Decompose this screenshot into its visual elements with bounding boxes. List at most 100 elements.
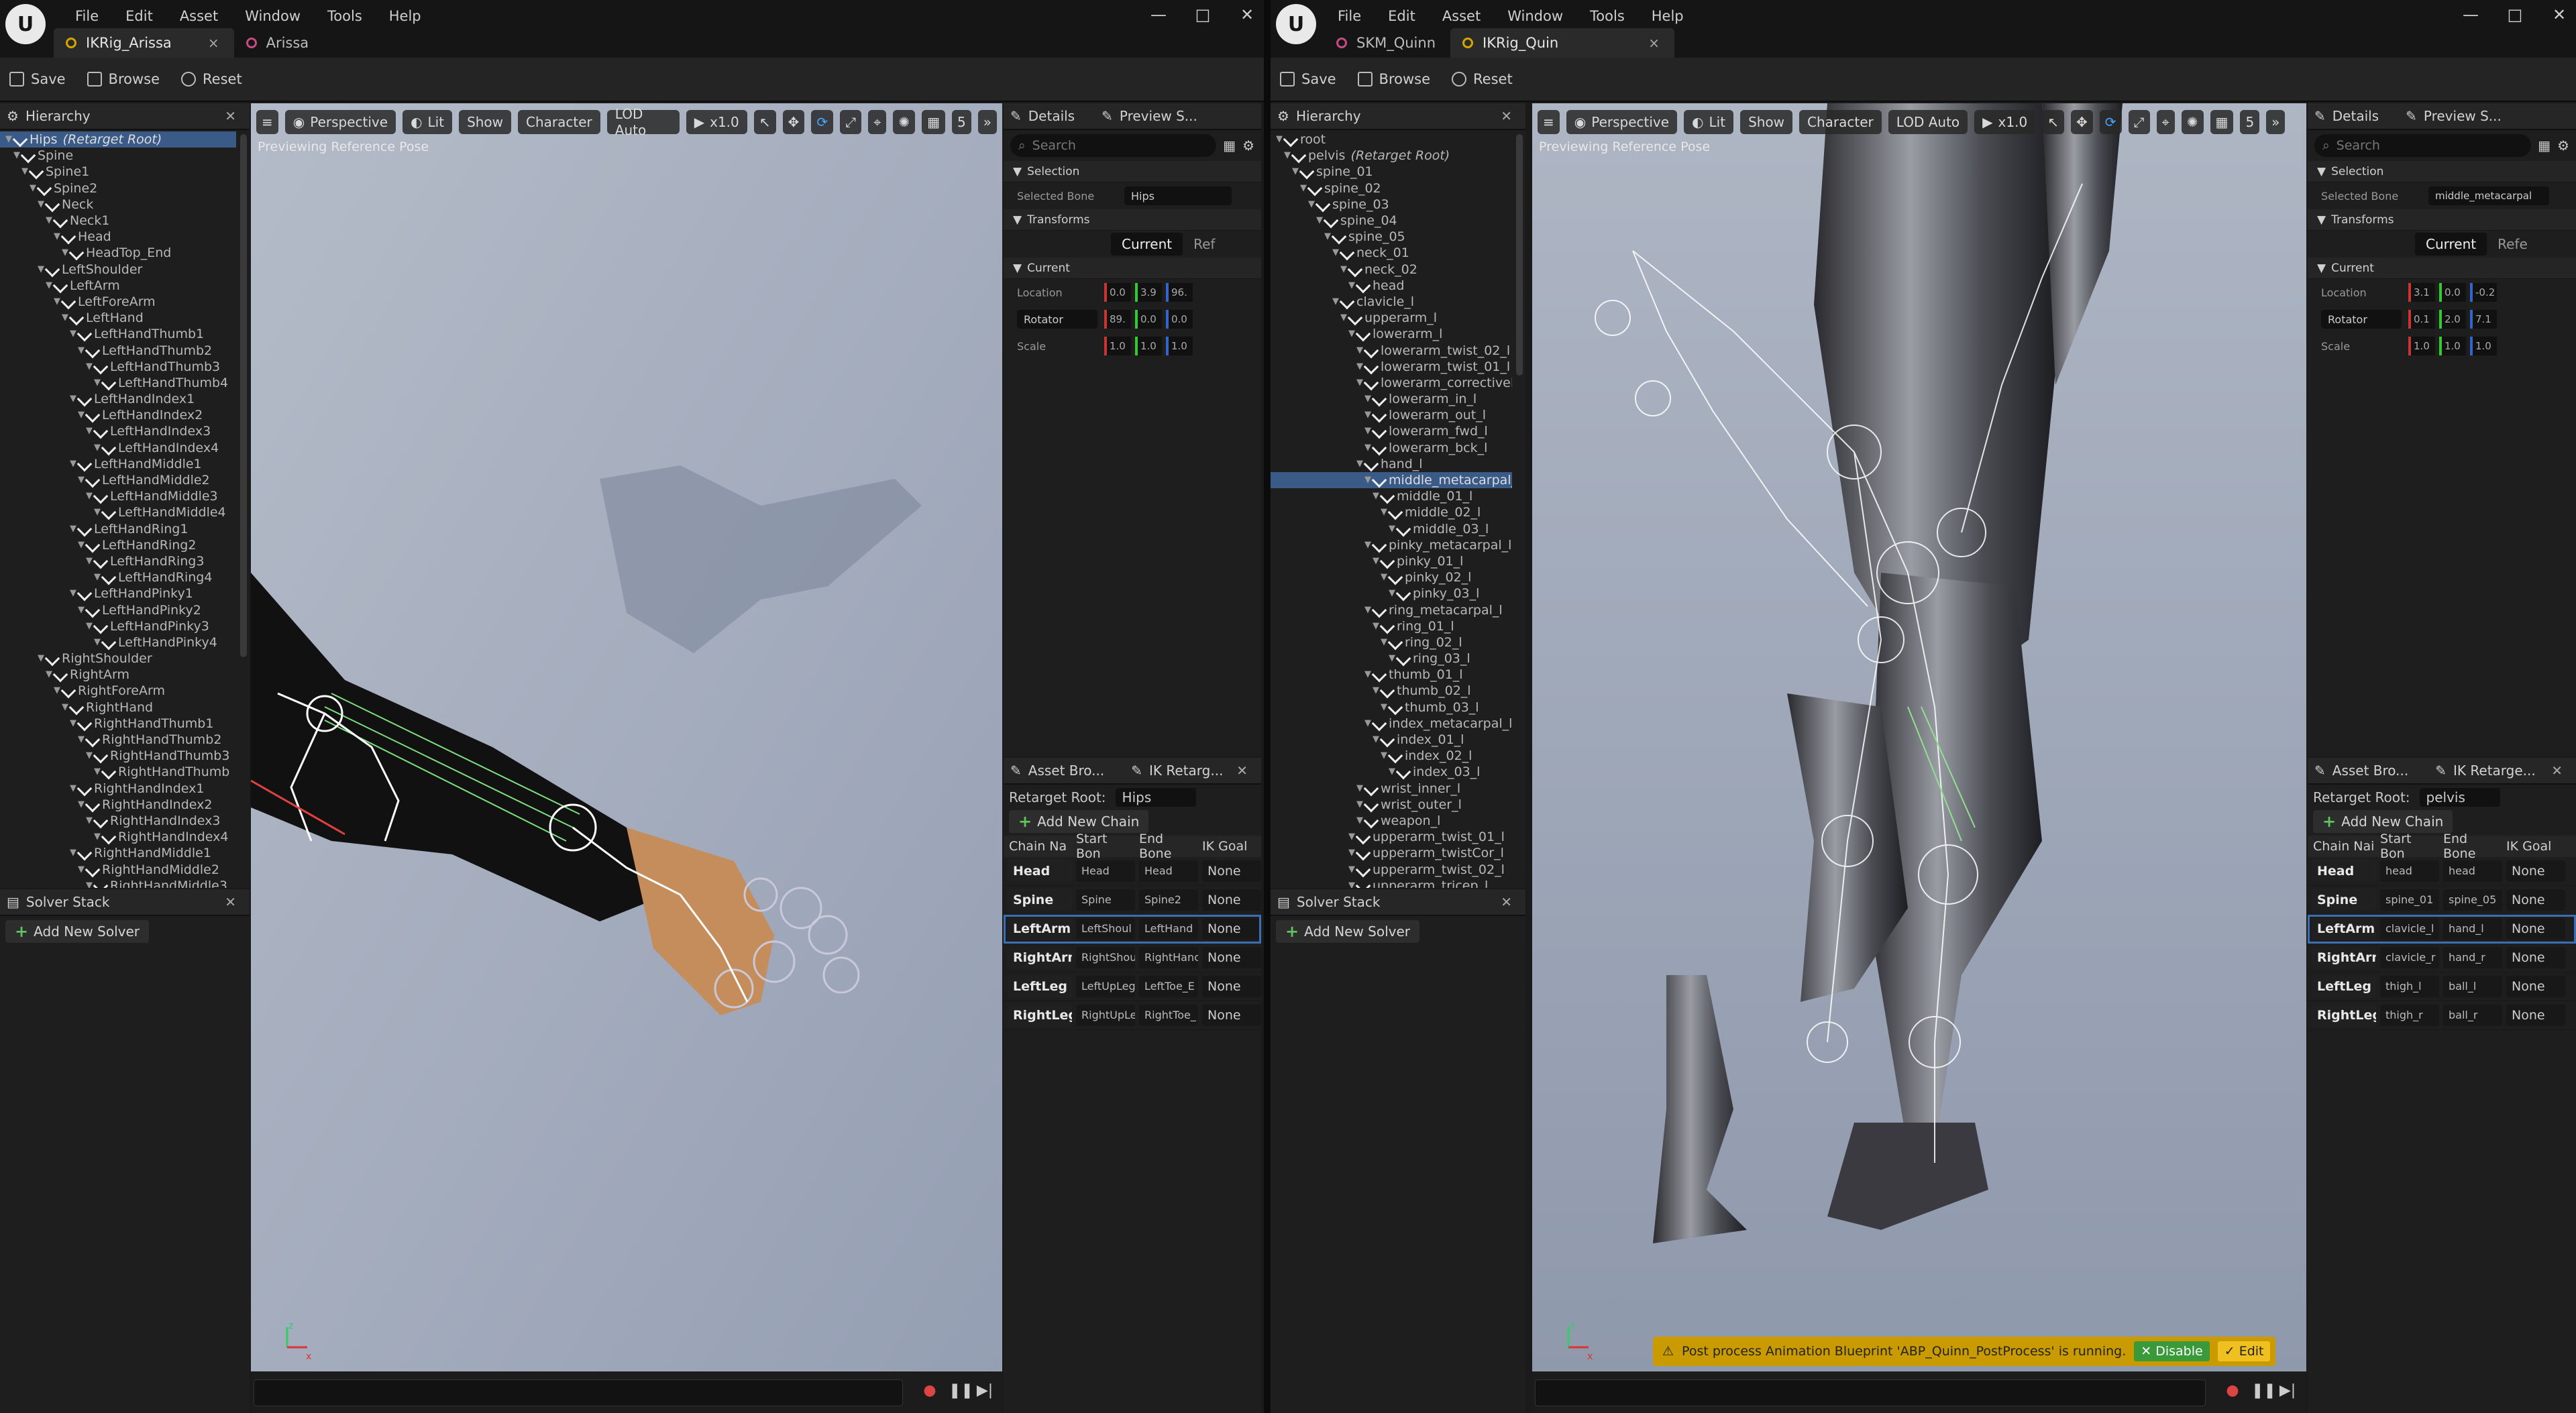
bone-row[interactable]: ▼ ring_02_l [1271, 634, 1512, 651]
expand-toolbar-icon[interactable]: » [977, 110, 997, 134]
ik-goal-dropdown[interactable]: None [2506, 889, 2565, 911]
start-bone-dropdown[interactable]: LeftShoul [1076, 918, 1135, 940]
preview-settings-tab[interactable]: Preview S... [1120, 108, 1197, 124]
minimize-icon[interactable]: — [2461, 5, 2481, 24]
column-header[interactable]: Chain Nai [2308, 839, 2375, 854]
lod-button[interactable]: LOD Auto [1888, 110, 1968, 134]
ik-goal-dropdown[interactable]: None [2506, 1005, 2565, 1026]
end-bone-dropdown[interactable]: hand_l [2443, 918, 2502, 940]
pause-icon[interactable]: ❚❚ [2251, 1382, 2276, 1401]
ik-goal-dropdown[interactable]: None [1202, 889, 1261, 911]
bone-row[interactable]: ▼ HeadTop_End [0, 245, 236, 261]
ik-retargeting-tab[interactable]: IK Retarg... [1149, 762, 1223, 779]
bone-row[interactable]: ▼ LeftHandIndex4 [0, 440, 236, 456]
column-header[interactable]: IK Goal [1197, 839, 1260, 854]
bone-row[interactable]: ▼ spine_03 [1271, 196, 1512, 213]
start-bone-dropdown[interactable]: RightShou [1076, 947, 1135, 968]
menu-asset[interactable]: Asset [1429, 4, 1494, 28]
ik-goal-dropdown[interactable]: None [2506, 947, 2565, 968]
current-button[interactable]: Current [1111, 233, 1183, 256]
menu-tools[interactable]: Tools [1576, 4, 1638, 28]
menu-help[interactable]: Help [376, 4, 435, 28]
record-icon[interactable]: ● [2223, 1382, 2242, 1401]
scale-x[interactable]: 1.0 [1104, 337, 1131, 355]
bone-row[interactable]: ▼ middle_02_l [1271, 504, 1512, 520]
start-bone-dropdown[interactable]: LeftUpLeg [1076, 976, 1135, 997]
bone-row[interactable]: ▼ LeftHandRing4 [0, 569, 236, 585]
details-tab[interactable]: Details [1028, 108, 1075, 124]
surface-snap-icon[interactable]: ⌖ [2156, 110, 2175, 134]
ik-goal-dropdown[interactable]: None [2506, 860, 2565, 882]
ik-retargeting-tab[interactable]: IK Retarge... [2453, 762, 2536, 779]
rotation-y[interactable]: 2.0 [2439, 310, 2466, 329]
disable-button[interactable]: ✕ Disable [2134, 1341, 2210, 1361]
pause-icon[interactable]: ❚❚ [949, 1382, 973, 1401]
perspective-button[interactable]: ◉ Perspective [1566, 110, 1678, 134]
bone-row[interactable]: ▼ Head [0, 229, 236, 245]
grid-snap-icon[interactable]: ▦ [922, 110, 946, 134]
chain-name-field[interactable]: LeftArm [1008, 917, 1072, 940]
bone-row[interactable]: ▼ ring_metacarpal_l [1271, 602, 1512, 618]
transforms-section[interactable]: ▼ Transforms [1004, 209, 1261, 231]
bone-row[interactable]: ▼ Neck1 [0, 213, 236, 229]
bone-row[interactable]: ▼ RightForeArm [0, 683, 236, 699]
rotate-tool-icon[interactable]: ⟳ [811, 110, 834, 134]
chain-name-field[interactable]: RightLeg [2312, 1004, 2376, 1027]
bone-row[interactable]: ▼ LeftHandRing3 [0, 553, 236, 569]
scale-z[interactable]: 1.0 [2470, 337, 2497, 355]
asset-browser-tab[interactable]: Asset Bro... [2332, 762, 2409, 779]
bone-row[interactable]: ▼ thumb_03_l [1271, 699, 1512, 716]
current-section[interactable]: ▼ Current [2308, 258, 2576, 279]
bone-row[interactable]: ▼ ring_03_l [1271, 651, 1512, 667]
menu-window[interactable]: Window [231, 4, 314, 28]
preview-settings-tab[interactable]: Preview S... [2424, 108, 2502, 124]
bone-row[interactable]: ▼ head [1271, 278, 1512, 294]
location-z[interactable]: 96. [1166, 283, 1193, 302]
tab-ikrig-arissa[interactable]: IKRig_Arissa × [54, 28, 234, 58]
chain-row[interactable]: Head head head None [2308, 857, 2576, 886]
bone-row[interactable]: ▼ Hips (Retarget Root) [0, 131, 236, 148]
bone-row[interactable]: ▼ spine_04 [1271, 213, 1512, 229]
perspective-button[interactable]: ◉ Perspective [284, 110, 396, 134]
chain-row[interactable]: LeftLeg LeftUpLeg LeftToe_E None [1004, 972, 1261, 1001]
scale-tool-icon[interactable]: ⤢ [840, 110, 862, 134]
column-header[interactable]: End Bone [1134, 832, 1197, 861]
bone-row[interactable]: ▼ pelvis (Retarget Root) [1271, 148, 1512, 164]
bone-row[interactable]: ▼ thumb_01_l [1271, 667, 1512, 683]
bone-row[interactable]: ▼ pinky_metacarpal_l [1271, 537, 1512, 553]
lod-button[interactable]: LOD Auto [606, 106, 680, 138]
step-forward-icon[interactable]: ▶| [2278, 1382, 2297, 1401]
bone-row[interactable]: ▼ RightShoulder [0, 651, 236, 667]
viewport[interactable]: ≡ ◉ Perspective ◐ Lit Show Character LOD A… [251, 103, 1002, 1413]
start-bone-dropdown[interactable]: head [2380, 860, 2439, 882]
expand-toolbar-icon[interactable]: » [2266, 110, 2286, 134]
bone-row[interactable]: ▼ middle_01_l [1271, 488, 1512, 504]
bone-row[interactable]: ▼ RightHandThumb2 [0, 732, 236, 748]
selection-section[interactable]: ▼ Selection [2308, 161, 2576, 182]
chain-row[interactable]: RightArmclavicle_rhand_rNone [2308, 944, 2576, 972]
end-bone-dropdown[interactable]: LeftToe_E [1139, 976, 1198, 997]
close-panel-icon[interactable]: ✕ [225, 894, 236, 910]
end-bone-dropdown[interactable]: hand_r [2443, 947, 2502, 968]
bone-row[interactable]: ▼ LeftForeArm [0, 294, 236, 310]
bone-row[interactable]: ▼ LeftHandPinky4 [0, 634, 236, 651]
start-bone-dropdown[interactable]: Spine [1076, 889, 1135, 911]
bone-row[interactable]: ▼ wrist_inner_l [1271, 781, 1512, 797]
asset-browser-tab[interactable]: Asset Bro... [1028, 762, 1105, 779]
bone-row[interactable]: ▼ Neck [0, 196, 236, 213]
bone-row[interactable]: ▼ thumb_02_l [1271, 683, 1512, 699]
chain-row[interactable]: RightLeg RightUpLe RightToe_ None [1004, 1001, 1261, 1030]
location-y[interactable]: 0.0 [2439, 283, 2466, 302]
chain-row[interactable]: Spine spine_01 spine_05 None [2308, 886, 2576, 915]
menu-tools[interactable]: Tools [314, 4, 376, 28]
chain-row[interactable]: Head Head Head None [1004, 857, 1261, 886]
bone-row[interactable]: ▼ upperarm_twist_02_l [1271, 861, 1512, 877]
close-tab-icon[interactable]: × [1648, 35, 1660, 51]
bone-row[interactable]: ▼ lowerarm_l [1271, 326, 1512, 342]
chain-row[interactable]: RightLeg thigh_r ball_r None [2308, 1001, 2576, 1030]
bone-row[interactable]: ▼ Spine [0, 148, 236, 164]
column-header[interactable]: End Bone [2438, 832, 2501, 861]
details-search-input[interactable]: ⌕ Search [1010, 134, 1217, 157]
timeline-scrubber[interactable] [254, 1379, 903, 1406]
bone-row[interactable]: ▼ weapon_l [1271, 813, 1512, 829]
